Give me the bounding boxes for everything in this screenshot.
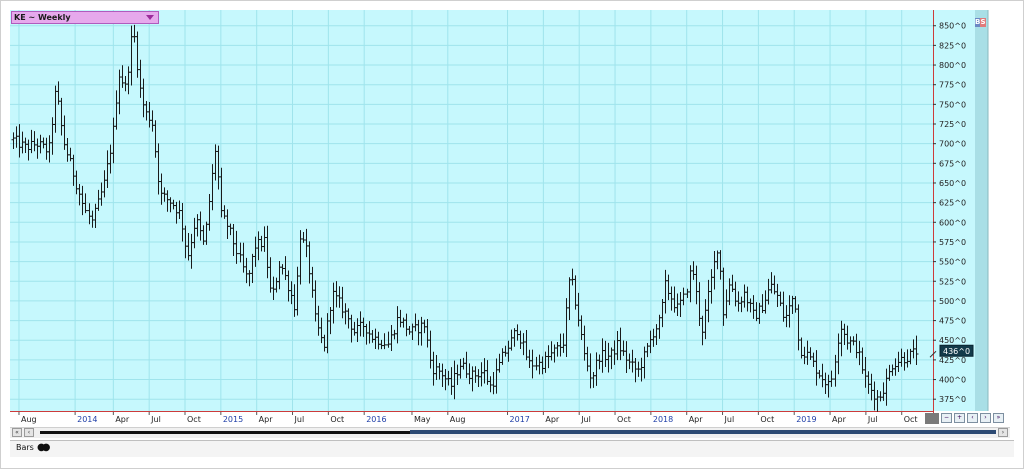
price-chart[interactable]: 375^0 400^0 425^0 450^0 475^0 500^0 525^0 550^0… bbox=[0, 0, 1024, 469]
x-tick-label: Jul bbox=[724, 415, 735, 424]
y-tick-label: 825^0 bbox=[939, 41, 966, 50]
x-tick-label: Jul bbox=[580, 415, 591, 424]
y-tick-label: 750^0 bbox=[939, 100, 966, 109]
x-tick-label: 2019 bbox=[796, 415, 816, 424]
x-tick-label: Aug bbox=[21, 415, 37, 424]
scroll-thumb[interactable] bbox=[410, 430, 996, 434]
right-strip bbox=[975, 10, 988, 411]
x-tick-label: Oct bbox=[617, 415, 631, 424]
last-price-label: 436^0 bbox=[943, 347, 970, 356]
y-tick-label: 450^0 bbox=[939, 336, 966, 345]
x-tick-label: Apr bbox=[259, 415, 274, 424]
y-tick-label: 850^0 bbox=[939, 22, 966, 31]
x-tick-label: 2017 bbox=[510, 415, 530, 424]
time-axis-end-box bbox=[925, 413, 939, 424]
y-tick-label: 600^0 bbox=[939, 218, 966, 227]
x-tick-label: Oct bbox=[330, 415, 344, 424]
x-tick-label: Oct bbox=[904, 415, 918, 424]
y-tick-label: 800^0 bbox=[939, 61, 966, 70]
scroll-left-button[interactable]: ‹ bbox=[967, 413, 978, 423]
y-tick-label: 650^0 bbox=[939, 179, 966, 188]
y-tick-label: 775^0 bbox=[939, 81, 966, 90]
y-tick-label: 700^0 bbox=[939, 140, 966, 149]
scroll-end-button[interactable]: » bbox=[993, 413, 1004, 423]
scroll-prev-icon[interactable]: ‹ bbox=[24, 428, 34, 437]
horizontal-scrollbar[interactable]: « ‹ › bbox=[10, 427, 1010, 438]
x-tick-label: May bbox=[414, 415, 431, 424]
x-tick-label: 2015 bbox=[223, 415, 243, 424]
status-bar: Bars ●● bbox=[10, 440, 1014, 457]
y-tick-label: 550^0 bbox=[939, 258, 966, 267]
bars-label: Bars bbox=[16, 443, 34, 452]
scroll-next-icon[interactable]: › bbox=[998, 428, 1008, 437]
x-tick-label: Oct bbox=[760, 415, 774, 424]
scroll-first-icon[interactable]: « bbox=[12, 428, 22, 437]
dropdown-arrow-icon[interactable] bbox=[146, 15, 154, 20]
x-tick-label: 2016 bbox=[366, 415, 386, 424]
chart-window: 375^0 400^0 425^0 450^0 475^0 500^0 525^0 550^0… bbox=[0, 0, 1024, 469]
x-tick-label: Jul bbox=[294, 415, 305, 424]
buy-sell-badge[interactable]: B S bbox=[975, 18, 986, 27]
x-tick-label: Apr bbox=[832, 415, 847, 424]
x-tick-label: Aug bbox=[450, 415, 466, 424]
y-tick-label: 375^0 bbox=[939, 395, 966, 404]
y-tick-label: 725^0 bbox=[939, 120, 966, 129]
zoom-in-button[interactable]: + bbox=[954, 413, 965, 423]
symbol-label: KE ~ Weekly bbox=[14, 13, 71, 22]
scroll-right-button[interactable]: › bbox=[980, 413, 991, 423]
y-tick-label: 625^0 bbox=[939, 199, 966, 208]
x-tick-label: Jul bbox=[150, 415, 161, 424]
x-tick-label: Apr bbox=[545, 415, 560, 424]
y-tick-label: 525^0 bbox=[939, 277, 966, 286]
y-tick-label: 400^0 bbox=[939, 376, 966, 385]
y-tick-label: 425^0 bbox=[939, 356, 966, 365]
y-tick-label: 675^0 bbox=[939, 159, 966, 168]
x-tick-label: Oct bbox=[187, 415, 201, 424]
y-tick-label: 475^0 bbox=[939, 317, 966, 326]
x-tick-label: Jul bbox=[867, 415, 878, 424]
y-tick-label: 575^0 bbox=[939, 238, 966, 247]
x-tick-label: Apr bbox=[689, 415, 704, 424]
zoom-out-button[interactable]: − bbox=[941, 413, 952, 423]
x-tick-label: 2014 bbox=[77, 415, 97, 424]
scroll-track[interactable] bbox=[40, 430, 996, 434]
sell-badge[interactable]: S bbox=[980, 18, 986, 27]
y-tick-label: 500^0 bbox=[939, 297, 966, 306]
x-tick-label: 2018 bbox=[653, 415, 673, 424]
symbol-selector[interactable]: KE ~ Weekly bbox=[11, 11, 159, 24]
x-tick-label: Apr bbox=[115, 415, 130, 424]
bars-toggle-icon[interactable]: ●● bbox=[37, 442, 51, 454]
